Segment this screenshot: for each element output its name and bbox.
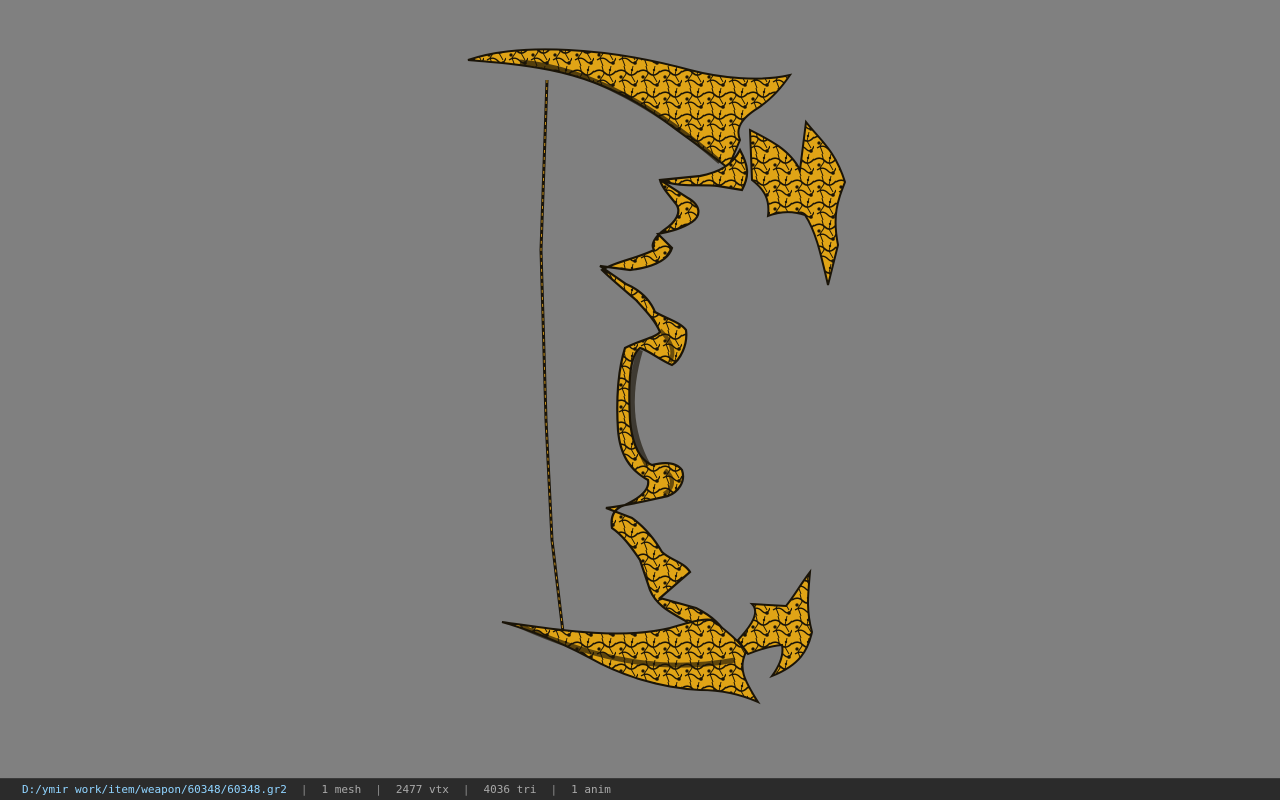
bow-limb: [599, 147, 751, 662]
upper-fin: [748, 119, 847, 286]
separator: |: [462, 783, 470, 796]
mesh-count: 1 mesh: [321, 783, 362, 796]
bow-model-icon[interactable]: [0, 0, 1280, 778]
upper-blade: [467, 48, 793, 170]
file-path: D:/ymir work/item/weapon/60348/60348.gr2: [22, 783, 287, 796]
anim-count: 1 anim: [571, 783, 611, 796]
separator: |: [550, 783, 558, 796]
bowstring: [539, 79, 565, 633]
separator: |: [375, 783, 382, 796]
status-bar: D:/ymir work/item/weapon/60348/60348.gr2…: [0, 778, 1280, 800]
lower-fin: [736, 568, 814, 679]
vertex-count: 2477 vtx: [395, 783, 449, 796]
triangle-count: 4036 tri: [483, 783, 537, 796]
separator: |: [300, 783, 308, 796]
model-viewport[interactable]: [0, 0, 1280, 778]
